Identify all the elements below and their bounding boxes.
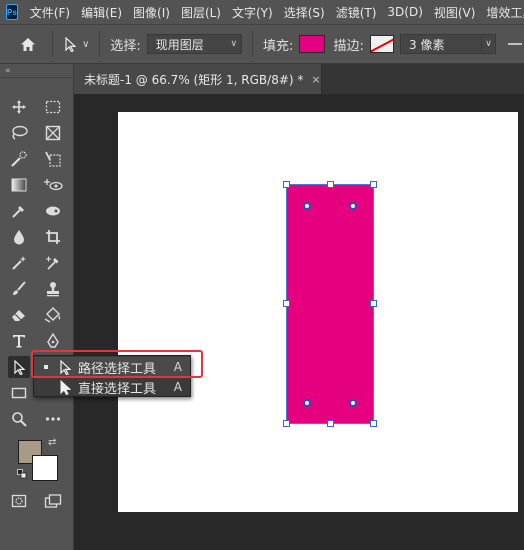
direct-selection-icon [60, 379, 72, 395]
menu-select[interactable]: 选择(S) [284, 4, 325, 21]
swap-colors-icon[interactable]: ⇄ [48, 437, 56, 448]
crop-icon[interactable] [42, 226, 64, 248]
transform-handle[interactable] [370, 181, 377, 188]
transform-handle[interactable] [283, 420, 290, 427]
background-color-swatch[interactable] [32, 455, 58, 481]
menu-layer[interactable]: 图层(L) [181, 4, 221, 21]
move-icon[interactable] [8, 96, 30, 118]
highlight-annotation [31, 350, 203, 378]
flyout-item-label: 直接选择工具 [78, 381, 157, 397]
menu-plugins[interactable]: 增效工具 [486, 4, 524, 21]
transform-handle[interactable] [327, 181, 334, 188]
frame-icon[interactable] [42, 122, 64, 144]
stroke-width-field[interactable]: 3 像素 [400, 34, 483, 54]
stroke-type-icon[interactable] [506, 34, 524, 54]
gradient-icon[interactable] [8, 174, 30, 196]
fill-label: 填充: [263, 38, 294, 54]
fill-color-swatch[interactable] [299, 35, 326, 53]
transform-handle[interactable] [327, 420, 334, 427]
document-tab-title: 未标题-1 @ 66.7% (矩形 1, RGB/8#) * [84, 72, 304, 87]
quick-select-icon[interactable] [8, 148, 30, 170]
document-tab-bar: 未标题-1 @ 66.7% (矩形 1, RGB/8#) * × [74, 64, 524, 94]
menu-bar: Ps 文件(F) 编辑(E) 图像(I) 图层(L) 文字(Y) 选择(S) 滤… [0, 0, 524, 24]
zoom-icon[interactable] [8, 408, 30, 430]
corner-radius-handle[interactable] [303, 399, 311, 407]
home-icon[interactable] [18, 33, 38, 55]
stamp-icon[interactable] [42, 278, 64, 300]
eyedropper-icon[interactable] [8, 200, 30, 222]
transform-handle[interactable] [283, 300, 290, 307]
select-value: 现用图层 [155, 37, 204, 52]
toolbar-collapse-button[interactable]: « [0, 64, 73, 78]
select-dropdown[interactable]: 现用图层 ∨ [146, 34, 243, 54]
screen-mode-icon[interactable] [42, 490, 64, 512]
default-colors-icon[interactable] [17, 468, 27, 479]
menu-view[interactable]: 视图(V) [434, 4, 476, 21]
flyout-item-shortcut: A [173, 380, 182, 394]
stroke-width-chevron-icon[interactable]: ∨ [482, 34, 496, 54]
chevron-down-icon: ∨ [230, 39, 238, 49]
photoshop-logo: Ps [6, 4, 18, 20]
flyout-item-direct-selection[interactable]: 直接选择工具 A [34, 377, 190, 397]
transform-handle[interactable] [370, 300, 377, 307]
quick-mask-icon[interactable] [8, 490, 30, 512]
path-selection-tool-icon[interactable] [8, 356, 30, 378]
pen-icon[interactable] [42, 330, 64, 352]
menu-edit[interactable]: 编辑(E) [81, 4, 122, 21]
rectangle-shape[interactable] [286, 184, 374, 424]
slice-icon[interactable] [42, 148, 64, 170]
lasso-icon[interactable] [8, 122, 30, 144]
menu-type[interactable]: 文字(Y) [232, 4, 273, 21]
rectangle-icon[interactable] [8, 382, 30, 404]
magic-wand-icon[interactable] [8, 252, 30, 274]
blur-icon[interactable] [8, 226, 30, 248]
stroke-color-swatch[interactable] [369, 35, 395, 53]
marquee-icon[interactable] [42, 96, 64, 118]
corner-radius-handle[interactable] [303, 202, 311, 210]
paint-bucket-icon[interactable] [42, 304, 64, 326]
transform-handle[interactable] [370, 420, 377, 427]
stroke-width-value: 3 像素 [409, 37, 445, 52]
close-icon[interactable]: × [311, 73, 320, 86]
eraser-icon[interactable] [42, 200, 64, 222]
menu-3d[interactable]: 3D(D) [387, 5, 422, 19]
menu-filter[interactable]: 滤镜(T) [336, 4, 377, 21]
menu-image[interactable]: 图像(I) [133, 4, 170, 21]
more-icon[interactable] [42, 408, 64, 430]
transform-handle[interactable] [283, 181, 290, 188]
document-tab[interactable]: 未标题-1 @ 66.7% (矩形 1, RGB/8#) * × [74, 64, 322, 94]
path-selection-icon[interactable] [63, 34, 78, 54]
menu-file[interactable]: 文件(F) [30, 4, 70, 21]
corner-radius-handle[interactable] [349, 399, 357, 407]
stroke-label: 描边: [333, 38, 364, 54]
type-icon[interactable] [8, 330, 30, 352]
tool-preset-chevron-icon[interactable]: ∨ [82, 39, 89, 50]
eraser-tool-icon[interactable] [8, 304, 30, 326]
3d-icon[interactable] [42, 174, 64, 196]
options-bar: ∨ 选择: 现用图层 ∨ 填充: 描边: 3 像素 ∨ [0, 24, 524, 64]
corner-radius-handle[interactable] [349, 202, 357, 210]
color-sampler-icon[interactable] [42, 252, 64, 274]
select-label: 选择: [110, 38, 141, 54]
brush-icon[interactable] [8, 278, 30, 300]
